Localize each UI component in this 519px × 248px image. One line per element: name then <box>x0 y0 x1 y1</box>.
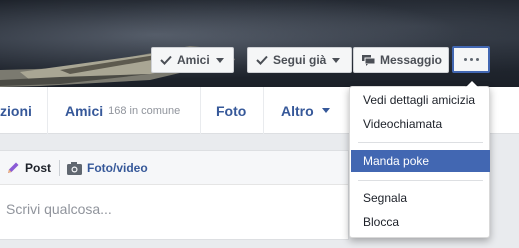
composer-tabs: Post Foto/video <box>0 151 348 185</box>
boat-image <box>0 46 235 87</box>
tab-label: Amici <box>65 102 104 119</box>
message-button-label: Messaggio <box>380 53 443 67</box>
tab-divider <box>263 87 264 134</box>
camera-icon <box>67 161 82 175</box>
check-icon <box>160 55 172 65</box>
following-button[interactable]: Segui già <box>247 47 352 73</box>
friends-button[interactable]: Amici <box>151 47 234 73</box>
menu-item-view-friendship[interactable]: Vedi dettagli amicizia <box>351 89 490 111</box>
tab-label: zioni <box>0 102 32 119</box>
message-button[interactable]: Messaggio <box>353 47 449 73</box>
composer-tab-photo-video[interactable]: Foto/video <box>67 151 148 185</box>
following-button-label: Segui già <box>273 53 327 67</box>
composer-tab-divider <box>59 160 60 176</box>
tab-friends[interactable]: Amici 168 in comune <box>65 87 180 134</box>
composer-tab-photo-label: Foto/video <box>87 161 148 175</box>
tab-label: Altro <box>281 102 314 119</box>
tab-more[interactable]: Altro <box>281 87 330 134</box>
menu-divider <box>358 142 483 143</box>
friends-button-label: Amici <box>177 53 210 67</box>
mutual-friends-count: 168 in comune <box>108 104 181 117</box>
tab-divider <box>47 87 48 134</box>
composer-tab-post[interactable]: Post <box>6 151 51 185</box>
chevron-down-icon <box>332 57 341 63</box>
post-composer: Post Foto/video Scrivi qualcosa... <box>0 150 349 240</box>
chevron-down-icon <box>215 57 224 63</box>
menu-item-report[interactable]: Segnala <box>351 187 490 209</box>
more-options-menu: Vedi dettagli amicizia Videochiamata Man… <box>349 80 490 238</box>
tab-label: Foto <box>216 102 247 119</box>
composer-input[interactable]: Scrivi qualcosa... <box>6 201 112 217</box>
pencil-icon <box>6 161 20 175</box>
tab-information[interactable]: zioni <box>0 87 32 134</box>
tab-photos[interactable]: Foto <box>216 87 246 134</box>
composer-tab-post-label: Post <box>25 161 52 175</box>
caret-down-icon <box>321 108 330 113</box>
cover-photo <box>0 0 519 87</box>
more-dots-icon <box>463 58 479 61</box>
tab-divider <box>200 87 201 134</box>
menu-arrow-inner <box>466 81 478 87</box>
check-icon <box>256 55 268 65</box>
menu-divider <box>358 180 483 181</box>
menu-item-poke[interactable]: Manda poke <box>351 150 490 172</box>
menu-item-video-call[interactable]: Videochiamata <box>351 113 490 135</box>
more-options-button[interactable] <box>452 46 490 73</box>
menu-item-block[interactable]: Blocca <box>351 211 490 233</box>
message-icon <box>362 54 375 66</box>
